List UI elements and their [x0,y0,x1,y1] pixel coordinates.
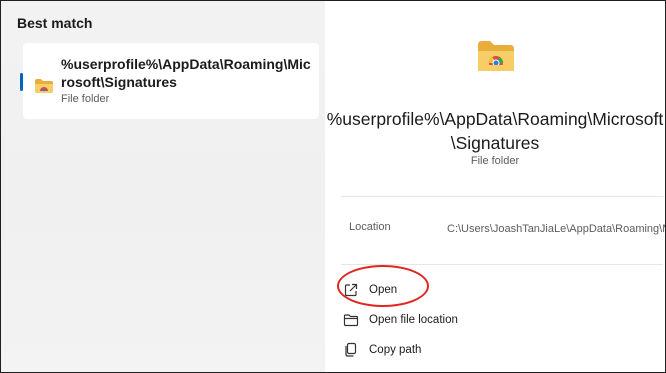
folder-icon [35,79,53,98]
best-match-heading: Best match [17,15,93,31]
results-pane: Best match %userprofile%\AppData\Roaming… [1,1,325,372]
divider [341,196,663,197]
location-label: Location [349,221,391,233]
open-file-location-label: Open file location [369,314,458,326]
copy-path-action[interactable]: Copy path [343,337,643,363]
folder-outline-icon [343,312,359,328]
folder-icon [478,41,514,76]
result-type: File folder [61,93,110,105]
detail-title: %userprofile%\AppData\Roaming\Microsoft … [325,107,665,155]
open-file-location-action[interactable]: Open file location [343,307,643,333]
detail-type: File folder [470,155,520,167]
divider [341,264,663,265]
selection-indicator [20,73,23,91]
details-pane: %userprofile%\AppData\Roaming\Microsoft … [325,1,665,372]
open-action[interactable]: Open [343,277,643,303]
copy-icon [343,342,359,358]
search-window: Best match %userprofile%\AppData\Roaming… [0,0,666,373]
copy-path-label: Copy path [369,344,422,356]
best-match-result[interactable]: %userprofile%\AppData\Roaming\Microsoft\… [20,43,319,119]
location-value: C:\Users\JoashTanJiaLe\AppData\Roaming\M… [447,223,665,235]
detail-title-line2: \Signatures [450,133,540,153]
result-title: %userprofile%\AppData\Roaming\Microsoft\… [61,56,311,90]
open-label: Open [369,284,398,296]
open-external-icon [343,282,359,298]
detail-title-line1: %userprofile%\AppData\Roaming\Microsoft [326,109,664,129]
